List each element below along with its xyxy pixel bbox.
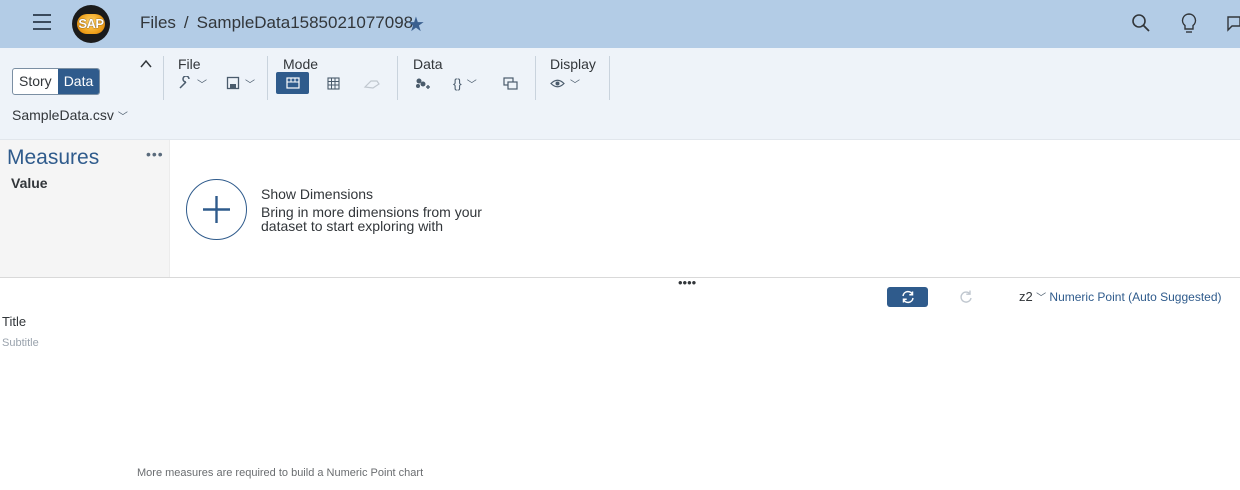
facet-grid-icon	[285, 77, 300, 89]
document-name: SampleData1585021077098	[196, 13, 414, 32]
mode-disabled-button[interactable]	[363, 72, 381, 94]
refresh-button[interactable]	[887, 287, 928, 307]
dataset-select[interactable]: SampleData.csv ﹀	[12, 107, 128, 123]
search-icon[interactable]	[1131, 12, 1151, 39]
eye-icon	[550, 79, 565, 87]
sap-logo[interactable]: SAP	[72, 5, 110, 43]
chevron-down-icon: ﹀	[570, 79, 580, 91]
group-label-file: File	[178, 56, 201, 72]
breadcrumb-files[interactable]: Files	[140, 13, 176, 32]
group-label-display: Display	[550, 56, 596, 72]
chevron-down-icon: ﹀	[245, 79, 255, 91]
chevron-down-icon: ﹀	[1036, 293, 1047, 304]
separator	[267, 56, 268, 100]
group-label-data: Data	[413, 56, 443, 72]
save-button[interactable]: ﹀	[226, 72, 255, 94]
chart-subtitle[interactable]: Subtitle	[2, 337, 39, 349]
display-button[interactable]: ﹀	[550, 72, 580, 94]
view-toggle: Story Data	[12, 68, 101, 95]
group-label-mode: Mode	[283, 56, 319, 72]
separator	[397, 56, 398, 100]
story-toggle[interactable]: Story	[13, 69, 58, 94]
separator	[163, 56, 164, 100]
splitter-grip-icon[interactable]: ••••	[678, 275, 696, 290]
data-toggle[interactable]: Data	[57, 69, 100, 94]
chart-type-select[interactable]: z2 ﹀ Numeric Point (Auto Suggested)	[1019, 289, 1222, 304]
tools-button[interactable]: ﹀	[178, 72, 207, 94]
more-options-icon[interactable]: •••	[146, 146, 164, 162]
measure-item-value[interactable]: Value	[11, 175, 48, 191]
shell-bar: SAP Files / SampleData1585021077098 ★	[0, 0, 1240, 48]
toolbar: Story Data File ﹀ ﹀ Mode Data {} ﹀ Displ…	[0, 48, 1240, 140]
save-icon	[226, 76, 240, 90]
feedback-icon[interactable]	[1226, 12, 1240, 39]
favorite-star-icon[interactable]: ★	[407, 12, 425, 37]
chart-type-number: z2	[1019, 289, 1033, 304]
chart-message: More measures are required to build a Nu…	[137, 467, 424, 479]
add-data-button[interactable]	[414, 72, 431, 94]
auto-refresh-icon[interactable]	[958, 289, 974, 310]
wrench-icon	[179, 76, 190, 89]
breadcrumb: Files / SampleData1585021077098	[140, 13, 414, 32]
chevron-down-icon: ﹀	[117, 112, 128, 123]
show-dimensions-description: Bring in more dimensions from your datas…	[261, 204, 482, 234]
splitter	[0, 277, 1240, 278]
show-dimensions-title: Show Dimensions	[261, 186, 374, 202]
chart-title[interactable]: Title	[2, 314, 26, 329]
menu-icon[interactable]	[30, 14, 54, 34]
clean-brush-icon	[363, 80, 380, 89]
chart-type-label: Numeric Point (Auto Suggested)	[1049, 290, 1222, 304]
mode-grid-button[interactable]	[327, 72, 340, 94]
plus-icon	[202, 195, 230, 223]
add-data-icon	[416, 78, 430, 89]
separator	[609, 56, 610, 100]
curly-braces-icon: {}	[453, 75, 462, 91]
lightbulb-icon[interactable]	[1180, 12, 1198, 41]
chevron-down-icon: ﹀	[197, 79, 207, 91]
measures-panel: Measures ••• Value	[0, 140, 170, 277]
measures-heading: Measures	[7, 146, 100, 169]
copy-icon	[503, 76, 518, 90]
table-grid-icon	[327, 76, 340, 90]
show-dimensions-button[interactable]	[186, 179, 247, 240]
chevron-down-icon: ﹀	[466, 79, 477, 91]
copy-button[interactable]	[503, 72, 518, 94]
mode-facet-button[interactable]	[276, 72, 309, 94]
refresh-icon	[901, 290, 914, 304]
separator	[535, 56, 536, 100]
collapse-toolbar-icon[interactable]	[140, 56, 152, 74]
formula-button[interactable]: {} ﹀	[453, 72, 477, 94]
